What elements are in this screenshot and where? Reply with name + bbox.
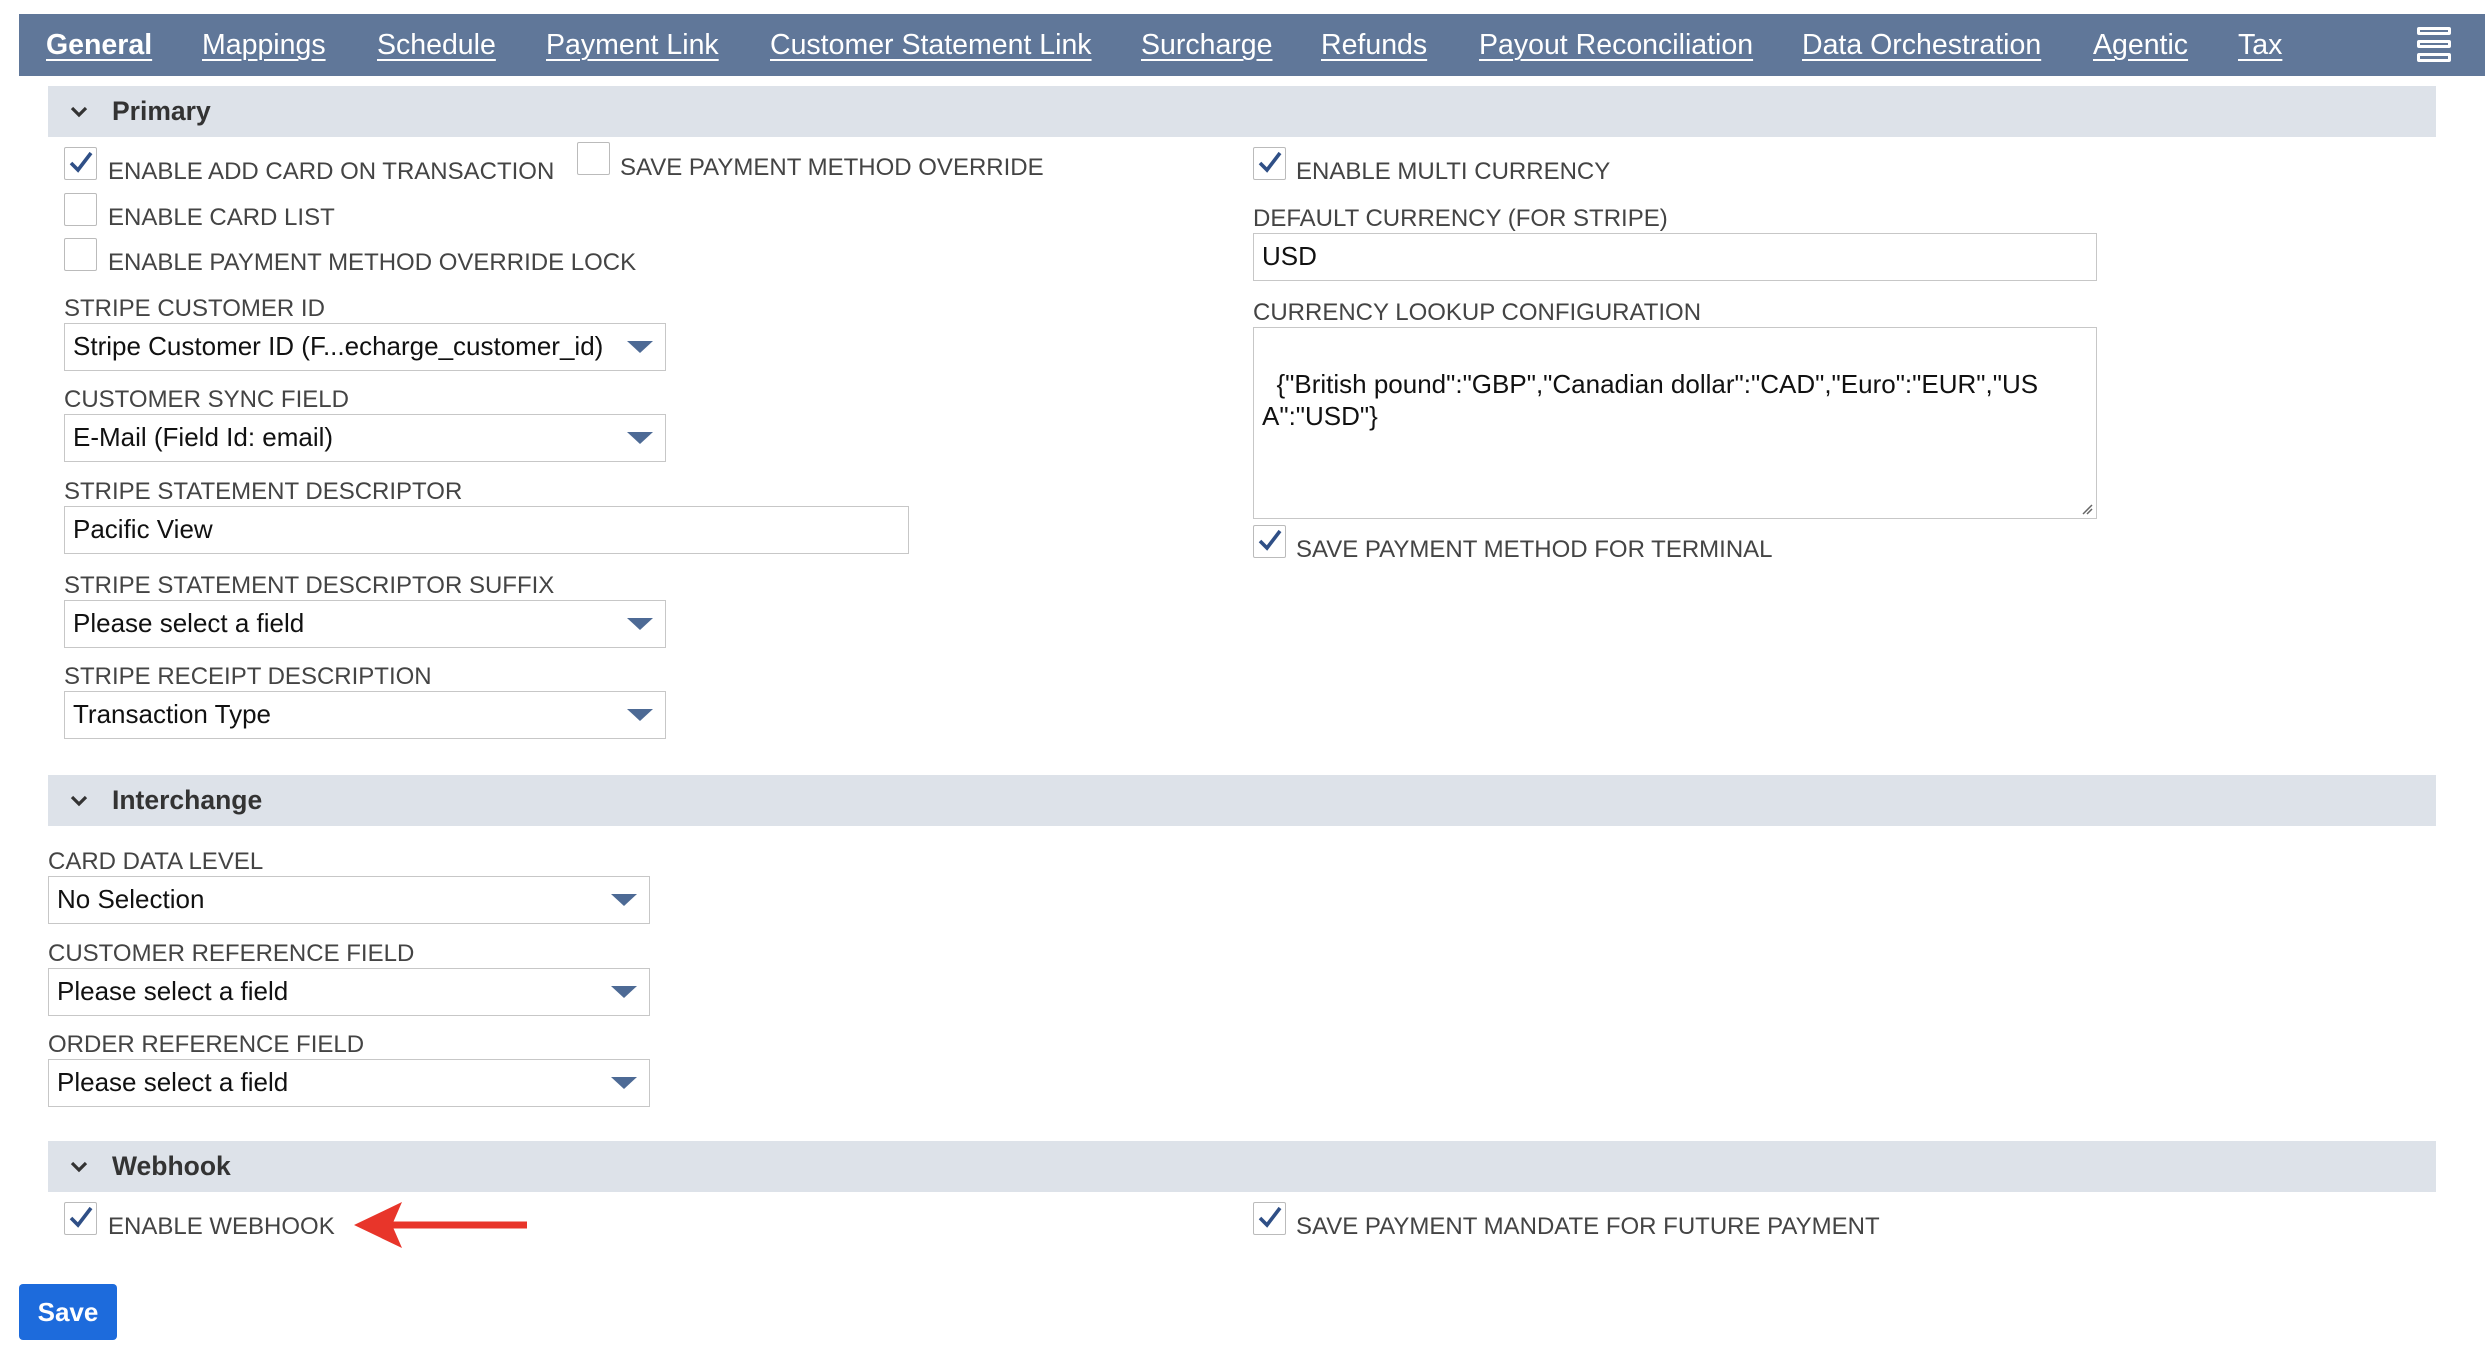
customer-reference-label: CUSTOMER REFERENCE FIELD [48, 940, 415, 967]
tab-schedule[interactable]: Schedule [377, 14, 496, 76]
statement-descriptor-suffix-label: STRIPE STATEMENT DESCRIPTOR SUFFIX [64, 572, 555, 599]
customer-reference-select[interactable]: Please select a field [48, 968, 650, 1016]
stripe-customer-id-value: Stripe Customer ID (F...echarge_customer… [73, 331, 604, 361]
enable-multi-currency-checkbox[interactable] [1253, 147, 1286, 180]
save-pm-override-checkbox[interactable] [577, 142, 610, 175]
save-pm-terminal-label: SAVE PAYMENT METHOD FOR TERMINAL [1296, 536, 1773, 563]
enable-card-list-label: ENABLE CARD LIST [108, 204, 335, 231]
tab-mappings[interactable]: Mappings [202, 14, 326, 76]
save-mandate-checkbox[interactable] [1253, 1202, 1286, 1235]
check-icon [1258, 1206, 1282, 1228]
tab-surcharge[interactable]: Surcharge [1141, 14, 1273, 76]
check-icon [69, 151, 93, 173]
currency-lookup-label: CURRENCY LOOKUP CONFIGURATION [1253, 299, 1702, 326]
chevron-down-icon [70, 106, 88, 118]
enable-add-card-checkbox[interactable] [64, 147, 97, 180]
statement-descriptor-suffix-select[interactable]: Please select a field [64, 600, 666, 648]
statement-descriptor-suffix-value: Please select a field [73, 608, 305, 638]
dropdown-arrow-icon [611, 894, 637, 906]
tab-bar: General Mappings Schedule Payment Link C… [19, 14, 2485, 76]
section-webhook-header[interactable]: Webhook [48, 1141, 2436, 1192]
enable-webhook-checkbox[interactable] [64, 1202, 97, 1235]
stripe-customer-id-label: STRIPE CUSTOMER ID [64, 295, 325, 322]
dropdown-arrow-icon [611, 986, 637, 998]
chevron-down-icon [70, 1161, 88, 1173]
order-reference-value: Please select a field [57, 1067, 289, 1097]
card-data-level-select[interactable]: No Selection [48, 876, 650, 924]
statement-descriptor-label: STRIPE STATEMENT DESCRIPTOR [64, 478, 463, 505]
enable-multi-currency-label: ENABLE MULTI CURRENCY [1296, 158, 1611, 185]
tab-customer-statement-link[interactable]: Customer Statement Link [770, 14, 1092, 76]
dropdown-arrow-icon [611, 1077, 637, 1089]
currency-lookup-textarea[interactable]: {"British pound":"GBP","Canadian dollar"… [1253, 327, 2097, 519]
default-currency-label: DEFAULT CURRENCY (FOR STRIPE) [1253, 205, 1668, 232]
check-icon [1258, 151, 1282, 173]
enable-add-card-label: ENABLE ADD CARD ON TRANSACTION [108, 158, 555, 185]
enable-webhook-label: ENABLE WEBHOOK [108, 1213, 335, 1240]
save-mandate-label: SAVE PAYMENT MANDATE FOR FUTURE PAYMENT [1296, 1213, 1880, 1240]
receipt-description-select[interactable]: Transaction Type [64, 691, 666, 739]
menu-icon[interactable] [2417, 27, 2451, 63]
card-data-level-label: CARD DATA LEVEL [48, 848, 264, 875]
tab-agentic[interactable]: Agentic [2093, 14, 2188, 76]
dropdown-arrow-icon [627, 341, 653, 353]
enable-card-list-checkbox[interactable] [64, 193, 97, 226]
customer-sync-field-select[interactable]: E-Mail (Field Id: email) [64, 414, 666, 462]
resize-handle-icon[interactable] [2081, 503, 2093, 515]
tab-payment-link[interactable]: Payment Link [546, 14, 719, 76]
stripe-customer-id-select[interactable]: Stripe Customer ID (F...echarge_customer… [64, 323, 666, 371]
section-interchange-header[interactable]: Interchange [48, 775, 2436, 826]
dropdown-arrow-icon [627, 709, 653, 721]
dropdown-arrow-icon [627, 432, 653, 444]
check-icon [1258, 529, 1282, 551]
enable-pm-override-lock-label: ENABLE PAYMENT METHOD OVERRIDE LOCK [108, 249, 637, 276]
save-button[interactable]: Save [19, 1284, 117, 1340]
receipt-description-value: Transaction Type [73, 699, 271, 729]
tab-payout-reconciliation[interactable]: Payout Reconciliation [1479, 14, 1753, 76]
order-reference-label: ORDER REFERENCE FIELD [48, 1031, 365, 1058]
section-title: Webhook [112, 1151, 231, 1181]
currency-lookup-value: {"British pound":"GBP","Canadian dollar"… [1262, 369, 2039, 431]
dropdown-arrow-icon [627, 618, 653, 630]
receipt-description-label: STRIPE RECEIPT DESCRIPTION [64, 663, 432, 690]
default-currency-input[interactable]: USD [1253, 233, 2097, 281]
tab-general[interactable]: General [46, 14, 152, 76]
annotation-arrow-icon [354, 1202, 527, 1248]
save-pm-override-label: SAVE PAYMENT METHOD OVERRIDE [620, 154, 1044, 181]
section-title: Interchange [112, 785, 263, 815]
statement-descriptor-input[interactable]: Pacific View [64, 506, 909, 554]
card-data-level-value: No Selection [57, 884, 205, 914]
chevron-down-icon [70, 795, 88, 807]
section-title: Primary [112, 96, 211, 126]
customer-sync-field-value: E-Mail (Field Id: email) [73, 422, 334, 452]
section-primary-header[interactable]: Primary [48, 86, 2436, 137]
tab-data-orchestration[interactable]: Data Orchestration [1802, 14, 2041, 76]
check-icon [69, 1206, 93, 1228]
tab-refunds[interactable]: Refunds [1321, 14, 1427, 76]
customer-sync-field-label: CUSTOMER SYNC FIELD [64, 386, 349, 413]
statement-descriptor-value: Pacific View [73, 514, 213, 544]
customer-reference-value: Please select a field [57, 976, 289, 1006]
tab-tax[interactable]: Tax [2238, 14, 2282, 76]
enable-pm-override-lock-checkbox[interactable] [64, 238, 97, 271]
save-pm-terminal-checkbox[interactable] [1253, 525, 1286, 558]
order-reference-select[interactable]: Please select a field [48, 1059, 650, 1107]
default-currency-value: USD [1262, 241, 1317, 271]
